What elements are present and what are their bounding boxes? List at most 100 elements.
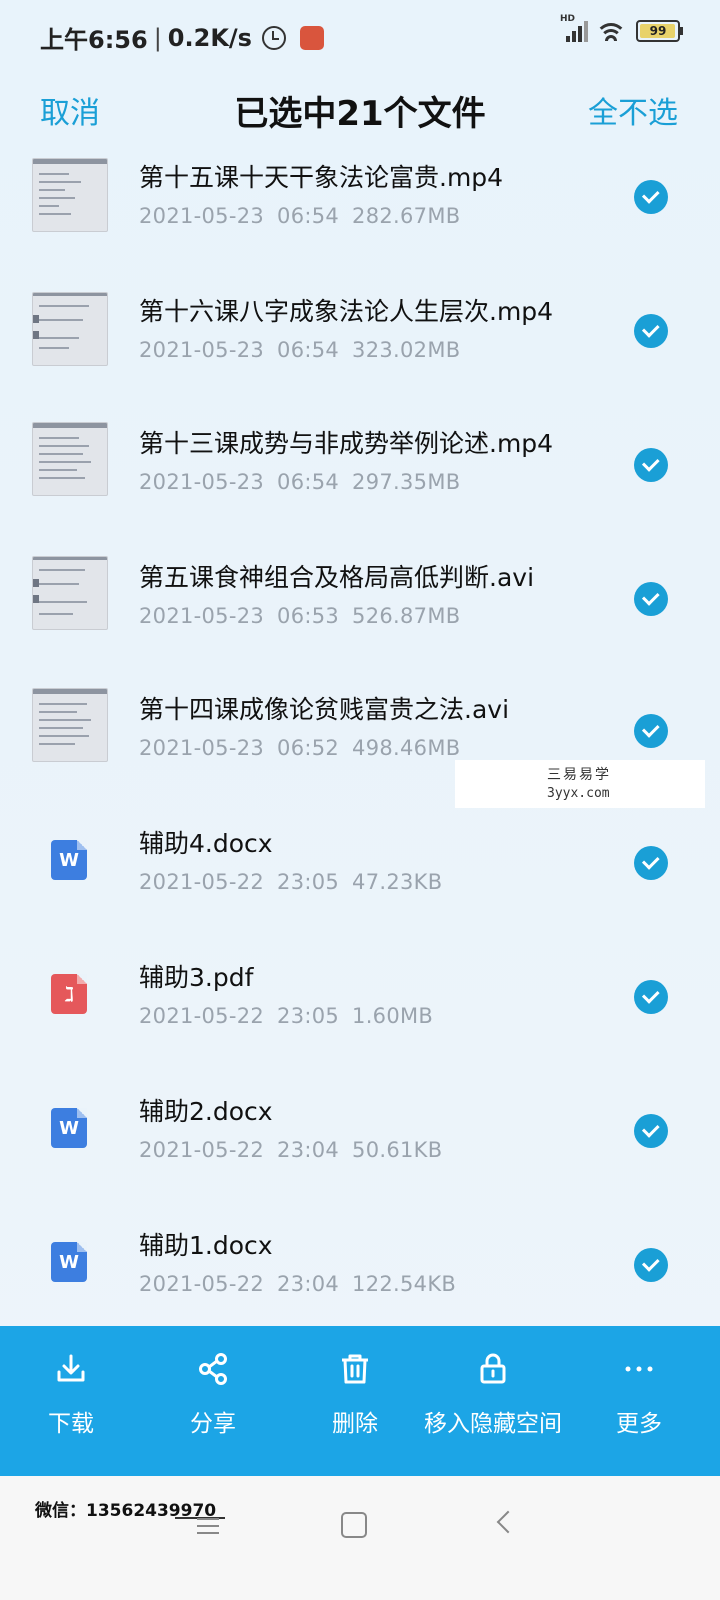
- menu-icon[interactable]: [197, 1518, 219, 1534]
- file-meta: 2021-05-23 06:53 526.87MB: [139, 604, 460, 628]
- file-meta: 2021-05-22 23:05 47.23KB: [139, 870, 442, 894]
- status-bar: 上午6:56 | 0.2K/s HD 99: [0, 0, 720, 70]
- file-name: 辅助2.docx: [139, 1097, 273, 1126]
- file-time: 06:54: [277, 204, 340, 228]
- file-row[interactable]: 第十三课成势与非成势举例论述.mp4 2021-05-23 06:54 297.…: [0, 418, 720, 552]
- file-meta: 2021-05-22 23:05 1.60MB: [139, 1004, 433, 1028]
- file-date: 2021-05-23: [139, 736, 265, 760]
- home-icon[interactable]: [341, 1512, 367, 1538]
- file-name: 辅助1.docx: [139, 1231, 273, 1260]
- checkmark-icon[interactable]: [634, 582, 668, 616]
- file-time: 23:05: [277, 870, 340, 894]
- status-left: 上午6:56 | 0.2K/s: [40, 20, 324, 55]
- file-name: 第十三课成势与非成势举例论述.mp4: [139, 429, 554, 458]
- file-date: 2021-05-22: [139, 1004, 265, 1028]
- file-size: 1.60MB: [352, 1004, 434, 1028]
- file-time: 06:54: [277, 338, 340, 362]
- file-size: 282.67MB: [352, 204, 461, 228]
- file-row[interactable]: W 辅助4.docx 2021-05-22 23:05 47.23KB: [0, 820, 720, 954]
- battery-level: 99: [649, 24, 667, 38]
- file-date: 2021-05-22: [139, 870, 265, 894]
- file-name: 辅助3.pdf: [139, 963, 254, 992]
- checkmark-icon[interactable]: [634, 980, 668, 1014]
- file-time: 06:52: [277, 736, 340, 760]
- file-date: 2021-05-23: [139, 204, 265, 228]
- wifi-icon: [598, 21, 624, 41]
- checkmark-icon[interactable]: [634, 1248, 668, 1282]
- file-meta: 2021-05-23 06:54 323.02MB: [139, 338, 460, 362]
- file-name: 辅助4.docx: [139, 829, 273, 858]
- file-meta: 2021-05-23 06:54 297.35MB: [139, 470, 460, 494]
- file-list[interactable]: 第十五课十天干象法论富贵.mp4 2021-05-23 06:54 282.67…: [0, 150, 720, 1350]
- lock-icon: [480, 1353, 506, 1384]
- move-to-hidden-button[interactable]: 移入隐藏空间: [418, 1326, 568, 1476]
- file-meta: 2021-05-22 23:04 50.61KB: [139, 1138, 442, 1162]
- checkmark-icon[interactable]: [634, 448, 668, 482]
- word-document-icon: W: [51, 840, 87, 880]
- file-meta: 2021-05-23 06:54 282.67MB: [139, 204, 460, 228]
- video-thumbnail: [32, 688, 108, 762]
- download-icon: [57, 1354, 85, 1382]
- status-separator: |: [153, 23, 162, 52]
- checkmark-icon[interactable]: [634, 1114, 668, 1148]
- file-row[interactable]: 第十五课十天干象法论富贵.mp4 2021-05-23 06:54 282.67…: [0, 150, 720, 284]
- file-size: 50.61KB: [352, 1138, 443, 1162]
- status-time: 上午6:56: [40, 26, 148, 54]
- more-icon: [625, 1366, 653, 1372]
- video-thumbnail: [32, 158, 108, 232]
- file-size: 47.23KB: [352, 870, 443, 894]
- file-name: 第五课食神组合及格局高低判断.avi: [139, 563, 535, 592]
- trash-icon: [342, 1354, 368, 1384]
- word-document-icon: W: [51, 1108, 87, 1148]
- file-size: 323.02MB: [352, 338, 461, 362]
- file-date: 2021-05-23: [139, 470, 265, 494]
- share-button[interactable]: 分享: [142, 1326, 284, 1476]
- signal-icon: HD: [560, 14, 588, 42]
- word-document-icon: W: [51, 1242, 87, 1282]
- network-type-label: HD: [560, 14, 576, 24]
- file-date: 2021-05-22: [139, 1138, 265, 1162]
- share-label: 分享: [190, 1411, 236, 1437]
- alarm-icon: [261, 25, 286, 50]
- file-time: 06:54: [277, 470, 340, 494]
- checkmark-icon[interactable]: [634, 846, 668, 880]
- file-row[interactable]: W 辅助2.docx 2021-05-22 23:04 50.61KB: [0, 1088, 720, 1222]
- more-button[interactable]: 更多: [568, 1326, 710, 1476]
- file-meta: 2021-05-23 06:52 498.46MB: [139, 736, 460, 760]
- move-to-hidden-label: 移入隐藏空间: [424, 1411, 562, 1437]
- app-notification-icon: [299, 25, 324, 50]
- deselect-all-button[interactable]: 全不选: [588, 88, 678, 132]
- video-thumbnail: [32, 556, 108, 630]
- file-row[interactable]: ℷ 辅助3.pdf 2021-05-22 23:05 1.60MB: [0, 954, 720, 1088]
- file-meta: 2021-05-22 23:04 122.54KB: [139, 1272, 456, 1296]
- watermark-url: 3yyx.com: [547, 786, 610, 801]
- checkmark-icon[interactable]: [634, 714, 668, 748]
- delete-button[interactable]: 删除: [284, 1326, 426, 1476]
- file-row[interactable]: 第十六课八字成象法论人生层次.mp4 2021-05-23 06:54 323.…: [0, 284, 720, 418]
- file-size: 297.35MB: [352, 470, 461, 494]
- file-size: 498.46MB: [352, 736, 461, 760]
- checkmark-icon[interactable]: [634, 314, 668, 348]
- more-label: 更多: [616, 1411, 662, 1437]
- checkmark-icon[interactable]: [634, 180, 668, 214]
- file-time: 23:05: [277, 1004, 340, 1028]
- file-date: 2021-05-23: [139, 338, 265, 362]
- file-name: 第十四课成像论贫贱富贵之法.avi: [139, 695, 510, 724]
- battery-icon: 99: [636, 20, 683, 42]
- back-icon[interactable]: [496, 1510, 520, 1534]
- file-date: 2021-05-23: [139, 604, 265, 628]
- file-time: 06:53: [277, 604, 340, 628]
- download-button[interactable]: 下载: [0, 1326, 142, 1476]
- file-size: 122.54KB: [352, 1272, 457, 1296]
- file-name: 第十六课八字成象法论人生层次.mp4: [139, 297, 554, 326]
- file-name: 第十五课十天干象法论富贵.mp4: [139, 163, 504, 192]
- share-icon: [199, 1353, 227, 1385]
- video-thumbnail: [32, 292, 108, 366]
- file-row[interactable]: 第五课食神组合及格局高低判断.avi 2021-05-23 06:53 526.…: [0, 552, 720, 686]
- status-network-speed: 0.2K/s: [167, 23, 252, 52]
- status-right: HD 99: [560, 14, 683, 42]
- delete-label: 删除: [332, 1411, 378, 1437]
- pdf-document-icon: ℷ: [51, 974, 87, 1014]
- system-nav-bar: 微信：13562439970: [0, 1476, 720, 1600]
- watermark: 三易易学 3yyx.com: [455, 760, 705, 808]
